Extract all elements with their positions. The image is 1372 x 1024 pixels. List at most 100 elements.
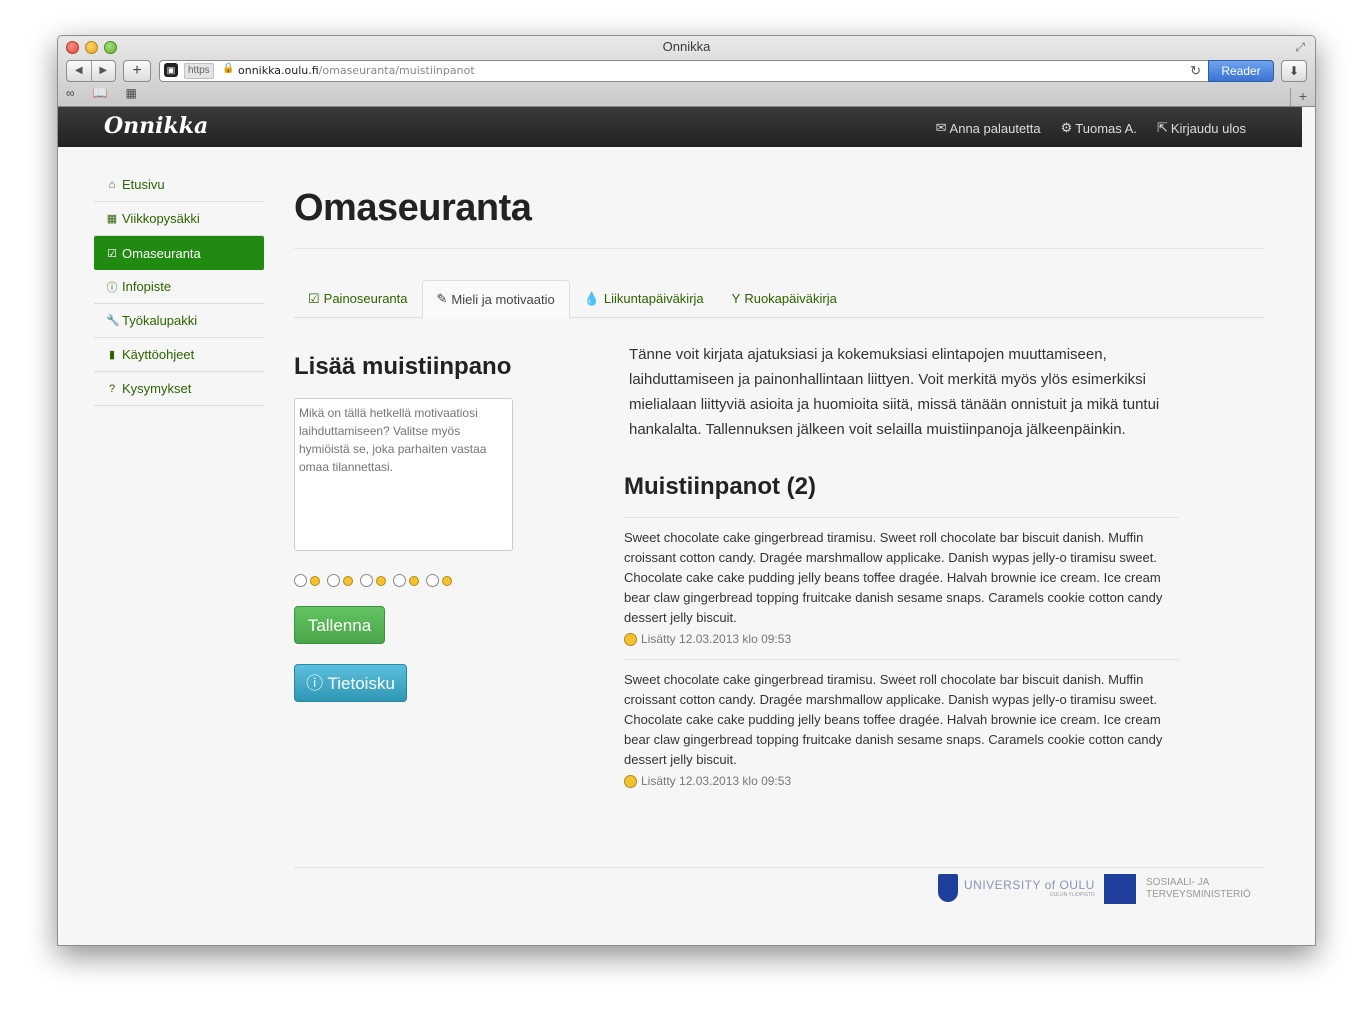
university-logo[interactable]: UNIVERSITY of OULU OULUN YLIOPISTO: [938, 874, 1095, 902]
note-text: Sweet chocolate cake gingerbread tiramis…: [624, 672, 1163, 767]
note-text: Sweet chocolate cake gingerbread tiramis…: [624, 530, 1163, 625]
mood-radio[interactable]: [327, 574, 340, 587]
mood-option[interactable]: [393, 574, 419, 587]
sidebar-item-label: Työkalupakki: [122, 313, 198, 328]
sidebar-item-kayttoohjeet[interactable]: ▮ Käyttöohjeet: [94, 338, 264, 372]
user-menu-link[interactable]: ⚙ Tuomas A.: [1061, 120, 1137, 136]
note-timestamp: Lisätty 12.03.2013 klo 09:53: [641, 774, 792, 788]
footer-divider: [294, 867, 1264, 868]
browser-window: Onnikka ⤢ ◀ ▶ + ▣ https 🔒 onnikka.oulu.f…: [57, 35, 1316, 946]
sidebar-item-omaseuranta[interactable]: ☑ Omaseuranta: [94, 236, 264, 270]
notes-divider: [624, 659, 1179, 660]
reading-list-icon[interactable]: ∞: [66, 86, 75, 100]
note-meta: Lisätty 12.03.2013 klo 09:53: [624, 629, 1184, 649]
new-tab-icon[interactable]: +: [1290, 88, 1315, 106]
note-item: Sweet chocolate cake gingerbread tiramis…: [624, 528, 1184, 649]
address-bar[interactable]: ▣ https 🔒 onnikka.oulu.fi/omaseuranta/mu…: [159, 60, 1274, 82]
sidebar-item-label: Kysymykset: [122, 381, 192, 396]
check-icon: ☑: [107, 247, 117, 260]
back-icon[interactable]: ◀: [67, 61, 92, 81]
mood-radio[interactable]: [426, 574, 439, 587]
tab-label: Liikuntapäiväkirja: [603, 291, 704, 306]
ministry-logo[interactable]: SOSIAALI- JA TERVEYSMINISTERIÖ: [1104, 874, 1251, 904]
sidebar-item-etusivu[interactable]: ⌂ Etusivu: [94, 168, 264, 202]
sidebar-item-tyokalupakki[interactable]: 🔧 Työkalupakki: [94, 304, 264, 338]
tab-label: Ruokapäiväkirja: [744, 291, 837, 306]
sidebar-item-label: Omaseuranta: [122, 245, 201, 261]
fullscreen-icon[interactable]: ⤢: [1295, 40, 1305, 55]
add-bookmark-button[interactable]: +: [123, 60, 151, 82]
reader-button[interactable]: Reader: [1208, 60, 1274, 82]
sidebar-item-label: Infopiste: [122, 279, 172, 294]
envelope-icon: ✉: [935, 120, 947, 135]
bookmarks-bar: ∞ 📖 ▦: [66, 86, 137, 100]
tab-ruokapaivakirja[interactable]: Y Ruokapäiväkirja: [718, 280, 851, 317]
url-text[interactable]: onnikka.oulu.fi/omaseuranta/muistiinpano…: [238, 64, 475, 77]
site-navbar: Onnikka ✉ Anna palautetta ⚙ Tuomas A. ⇱ Kir…: [58, 107, 1302, 147]
book-icon: ▮: [108, 349, 116, 361]
smiley-icon: [442, 575, 452, 586]
info-icon: ⓘ: [106, 281, 118, 294]
check-icon: ☑: [308, 290, 320, 306]
top-sites-grid-icon[interactable]: ▦: [126, 86, 137, 100]
mood-radio[interactable]: [393, 574, 406, 587]
mood-option[interactable]: [360, 574, 386, 587]
wrench-icon: 🔧: [106, 315, 120, 327]
logout-link[interactable]: ⇱ Kirjaudu ulos: [1157, 120, 1246, 136]
mood-radio[interactable]: [294, 574, 307, 587]
forward-icon[interactable]: ▶: [92, 61, 116, 81]
tab-painoseuranta[interactable]: ☑ Painoseuranta: [294, 280, 422, 317]
note-item: Sweet chocolate cake gingerbread tiramis…: [624, 670, 1184, 791]
notes-heading: Muistiinpanot (2): [624, 473, 816, 500]
brand-logo[interactable]: Onnikka: [104, 113, 208, 139]
intro-text: Tänne voit kirjata ajatuksiasi ja kokemu…: [629, 346, 1160, 438]
downloads-icon[interactable]: ⬇: [1281, 60, 1307, 82]
tab-mieli-ja-motivaatio[interactable]: ✎ Mieli ja motivaatio: [421, 280, 570, 318]
mood-option[interactable]: [294, 574, 320, 587]
title-divider: [294, 248, 1264, 249]
mood-radio[interactable]: [360, 574, 373, 587]
sidebar-item-infopiste[interactable]: ⓘ Infopiste: [94, 270, 264, 304]
sidebar: ⌂ Etusivu ▦ Viikkopysäkki ☑ Omaseuranta …: [94, 168, 264, 406]
university-subname: OULUN YLIOPISTO: [1049, 892, 1095, 898]
logout-label: Kirjaudu ulos: [1170, 120, 1246, 136]
window-title: Onnikka: [662, 39, 711, 54]
gear-icon: ⚙: [1060, 120, 1073, 135]
sidebar-item-label: Etusivu: [122, 177, 165, 192]
note-textarea[interactable]: [294, 398, 513, 551]
calendar-icon: ▦: [106, 213, 118, 225]
tab-bar: ☑ Painoseuranta ✎ Mieli ja motivaatio 💧 …: [294, 280, 1264, 318]
sidebar-item-viikkopysakki[interactable]: ▦ Viikkopysäkki: [94, 202, 264, 236]
sidebar-item-kysymykset[interactable]: ? Kysymykset: [94, 372, 264, 406]
https-label: https: [184, 63, 214, 79]
add-note-heading: Lisää muistiinpano: [294, 353, 512, 380]
logout-icon: ⇱: [1156, 120, 1168, 135]
smiley-icon: [624, 774, 637, 788]
save-button[interactable]: Tallenna: [294, 606, 385, 644]
bookmarks-book-icon[interactable]: 📖: [93, 86, 108, 100]
feedback-link[interactable]: ✉ Anna palautetta: [936, 120, 1041, 136]
tab-liikuntapaivakirja[interactable]: 💧 Liikuntapäiväkirja: [570, 280, 718, 317]
scrollbar-track[interactable]: [1302, 107, 1315, 945]
info-button[interactable]: ⓘ Tietoisku: [294, 664, 407, 702]
top-nav: ✉ Anna palautetta ⚙ Tuomas A. ⇱ Kirjaudu ul…: [936, 120, 1246, 136]
reload-icon[interactable]: ↻: [1190, 63, 1201, 79]
tab-label: Mieli ja motivaatio: [451, 291, 555, 307]
pencil-icon: ✎: [436, 291, 448, 306]
mood-selector: [294, 574, 452, 587]
notes-divider: [624, 517, 1179, 518]
university-shield-icon: [938, 874, 958, 902]
smiley-icon: [343, 575, 353, 586]
mood-option[interactable]: [426, 574, 452, 587]
question-icon: ?: [108, 382, 116, 395]
ministry-name-line1: SOSIAALI- JA: [1146, 877, 1210, 888]
mood-option[interactable]: [327, 574, 353, 587]
browser-chrome: Onnikka ⤢ ◀ ▶ + ▣ https 🔒 onnikka.oulu.f…: [58, 36, 1315, 107]
smiley-icon: [376, 575, 386, 586]
smiley-icon: [409, 575, 419, 586]
glass-icon: Y: [731, 291, 741, 306]
note-timestamp: Lisätty 12.03.2013 klo 09:53: [641, 632, 792, 646]
site-favicon-icon: ▣: [164, 63, 178, 77]
history-nav: ◀ ▶: [66, 60, 116, 82]
tab-label: Painoseuranta: [323, 291, 408, 306]
